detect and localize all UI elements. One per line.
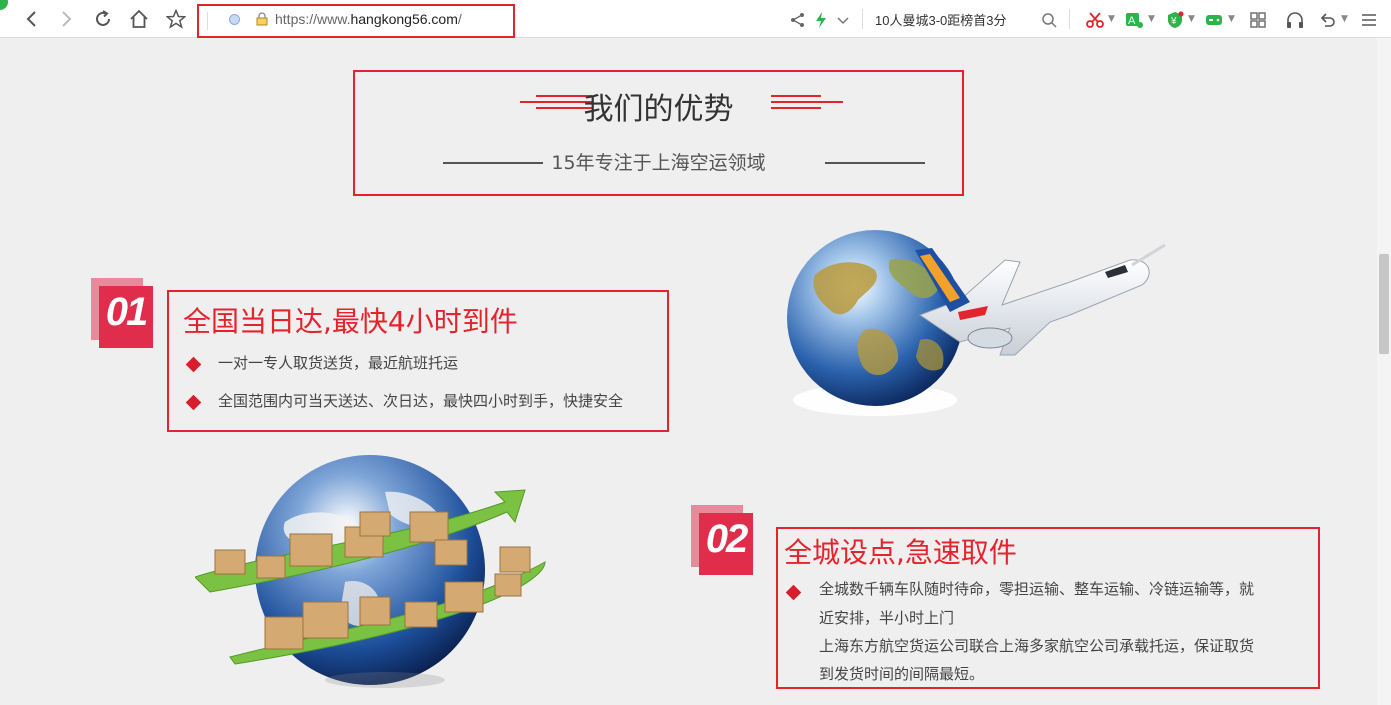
menu-icon[interactable]	[1360, 11, 1378, 29]
browser-toolbar: https://www.hangkong56.com/ 10人曼城3-0距榜首3…	[0, 0, 1391, 38]
apps-icon[interactable]	[1249, 11, 1267, 29]
feature-card: 全城设点,急速取件 全城数千辆车队随时待命，零担运输、整车运输、冷链运输等，就 …	[776, 527, 1320, 689]
feature-number-badge: 01	[91, 278, 153, 348]
feature-number: 02	[705, 517, 749, 561]
section-header: 我们的优势 15年专注于上海空运领域	[353, 70, 964, 196]
diamond-bullet-icon	[185, 356, 202, 373]
feature-point: 全国范围内可当天送达、次日达，最快四小时到手，快捷安全	[218, 392, 624, 410]
section-title: 我们的优势	[583, 92, 734, 127]
svg-text:A: A	[1128, 15, 1136, 27]
flash-icon[interactable]	[812, 11, 830, 29]
globe-parcels-image	[194, 452, 555, 692]
svg-text:¥: ¥	[1170, 16, 1177, 27]
chevron-down-icon[interactable]: ▼	[1188, 14, 1195, 24]
lock-icon[interactable]	[255, 12, 269, 26]
url-suffix: /	[457, 11, 462, 27]
diamond-bullet-icon	[785, 584, 802, 601]
star-icon[interactable]	[164, 7, 188, 31]
scissors-icon[interactable]	[1086, 11, 1104, 29]
feature-line: 全城数千辆车队随时待命，零担运输、整车运输、冷链运输等，就	[819, 580, 1255, 598]
chevron-down-icon[interactable]: ▼	[1341, 14, 1348, 24]
forward-icon[interactable]	[54, 7, 78, 31]
back-icon[interactable]	[20, 7, 44, 31]
feature-line: 上海东方航空货运公司联合上海多家航空公司承载托运，保证取货	[819, 637, 1255, 655]
chevron-down-icon[interactable]: ▼	[1228, 14, 1235, 24]
feature-point: 一对一专人取货送货，最近航班托运	[218, 354, 459, 372]
url-text[interactable]: https://www.hangkong56.com/	[275, 11, 462, 27]
toolbar-divider	[1069, 9, 1070, 29]
feature-card: 全国当日达,最快4小时到件 一对一专人取货送货，最近航班托运 全国范围内可当天送…	[167, 290, 669, 432]
feature-number-badge: 02	[691, 505, 753, 575]
chevron-down-icon[interactable]	[834, 11, 852, 29]
feature-title: 全国当日达,最快4小时到件	[183, 305, 518, 338]
feature-line: 到发货时间的间隔最短。	[819, 665, 985, 683]
wallet-icon[interactable]: ¥	[1166, 11, 1184, 29]
address-divider	[207, 12, 208, 30]
globe-airplane-image	[770, 220, 1180, 425]
status-dot-icon	[0, 0, 8, 10]
subtitle-line-right	[825, 162, 925, 164]
url-host: hangkong56.com	[350, 11, 458, 27]
title-decoration-right	[771, 92, 843, 112]
address-bar[interactable]: https://www.hangkong56.com/	[197, 4, 515, 38]
url-prefix: https://www.	[275, 11, 351, 27]
feature-line: 近安排，半小时上门	[819, 609, 955, 627]
toolbar-divider	[862, 9, 863, 29]
translate-icon[interactable]: A	[1125, 11, 1143, 29]
scrollbar-thumb[interactable]	[1379, 254, 1389, 354]
diamond-bullet-icon	[185, 394, 202, 411]
undo-icon[interactable]	[1318, 11, 1336, 29]
feature-number: 01	[105, 290, 149, 334]
news-ticker[interactable]: 10人曼城3-0距榜首3分	[875, 10, 1006, 29]
game-icon[interactable]	[1205, 11, 1223, 29]
headphones-icon[interactable]	[1286, 11, 1304, 29]
feature-title: 全城设点,急速取件	[784, 536, 1017, 569]
home-icon[interactable]	[127, 7, 151, 31]
site-info-icon[interactable]	[229, 14, 240, 25]
scrollbar[interactable]	[1377, 38, 1391, 705]
chevron-down-icon[interactable]: ▼	[1108, 14, 1115, 24]
refresh-icon[interactable]	[91, 7, 115, 31]
share-icon[interactable]	[789, 11, 807, 29]
chevron-down-icon[interactable]: ▼	[1148, 14, 1155, 24]
search-icon[interactable]	[1040, 11, 1058, 29]
